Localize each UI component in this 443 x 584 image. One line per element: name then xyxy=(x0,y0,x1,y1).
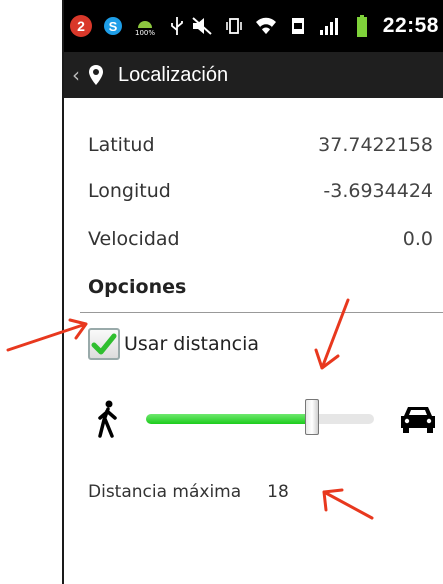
distance-slider-track[interactable] xyxy=(146,399,374,435)
wifi-icon xyxy=(255,15,277,37)
phone-screen: 2 S 100% 22:58 ‹ Localización Latitud 37… xyxy=(62,0,443,584)
signal-icon xyxy=(319,15,341,37)
speed-label: Velocidad xyxy=(88,228,180,250)
distance-slider-fill xyxy=(146,414,313,424)
options-section-title: Opciones xyxy=(88,276,187,298)
usb-icon xyxy=(166,15,188,37)
mute-icon xyxy=(191,15,213,37)
back-chevron-icon[interactable]: ‹ xyxy=(72,63,80,87)
svg-text:S: S xyxy=(109,19,118,34)
use-distance-label: Usar distancia xyxy=(124,333,260,355)
longitude-label: Longitud xyxy=(88,180,171,202)
distance-slider-row xyxy=(94,398,435,438)
status-bar: 2 S 100% 22:58 xyxy=(64,0,443,52)
content-area: Latitud 37.7422158 Longitud -3.6934424 V… xyxy=(64,98,443,584)
status-clock: 22:58 xyxy=(382,14,439,37)
info-row-speed: Velocidad 0.0 xyxy=(88,224,433,254)
use-distance-row[interactable]: Usar distancia xyxy=(88,326,259,362)
speed-value: 0.0 xyxy=(402,228,433,250)
page-title: Localización xyxy=(118,63,229,86)
info-row-longitude: Longitud -3.6934424 xyxy=(88,176,433,206)
info-row-latitude: Latitud 37.7422158 xyxy=(88,130,433,160)
android-battery-icon: 100% xyxy=(134,15,156,37)
walking-person-icon xyxy=(98,400,117,438)
location-pin-icon[interactable] xyxy=(88,63,106,87)
notification-badge-icon: 2 xyxy=(70,15,92,37)
battery-icon xyxy=(351,15,373,37)
battery-percent-label: 100% xyxy=(134,28,155,37)
latitude-value: 37.7422158 xyxy=(318,134,433,156)
skype-icon: S xyxy=(102,15,124,37)
car-icon xyxy=(401,407,435,433)
section-divider xyxy=(80,312,443,313)
use-distance-checkbox[interactable] xyxy=(88,328,120,360)
max-distance-row: Distancia máxima 18 xyxy=(88,482,289,502)
distance-slider-thumb[interactable] xyxy=(305,399,320,435)
max-distance-value: 18 xyxy=(267,482,289,502)
max-distance-label: Distancia máxima xyxy=(88,482,242,502)
checkmark-icon xyxy=(91,333,117,355)
vibrate-icon xyxy=(223,15,245,37)
longitude-value: -3.6934424 xyxy=(323,180,433,202)
latitude-label: Latitud xyxy=(88,134,155,156)
action-bar: ‹ Localización xyxy=(64,52,443,98)
sd-card-icon xyxy=(287,15,309,37)
